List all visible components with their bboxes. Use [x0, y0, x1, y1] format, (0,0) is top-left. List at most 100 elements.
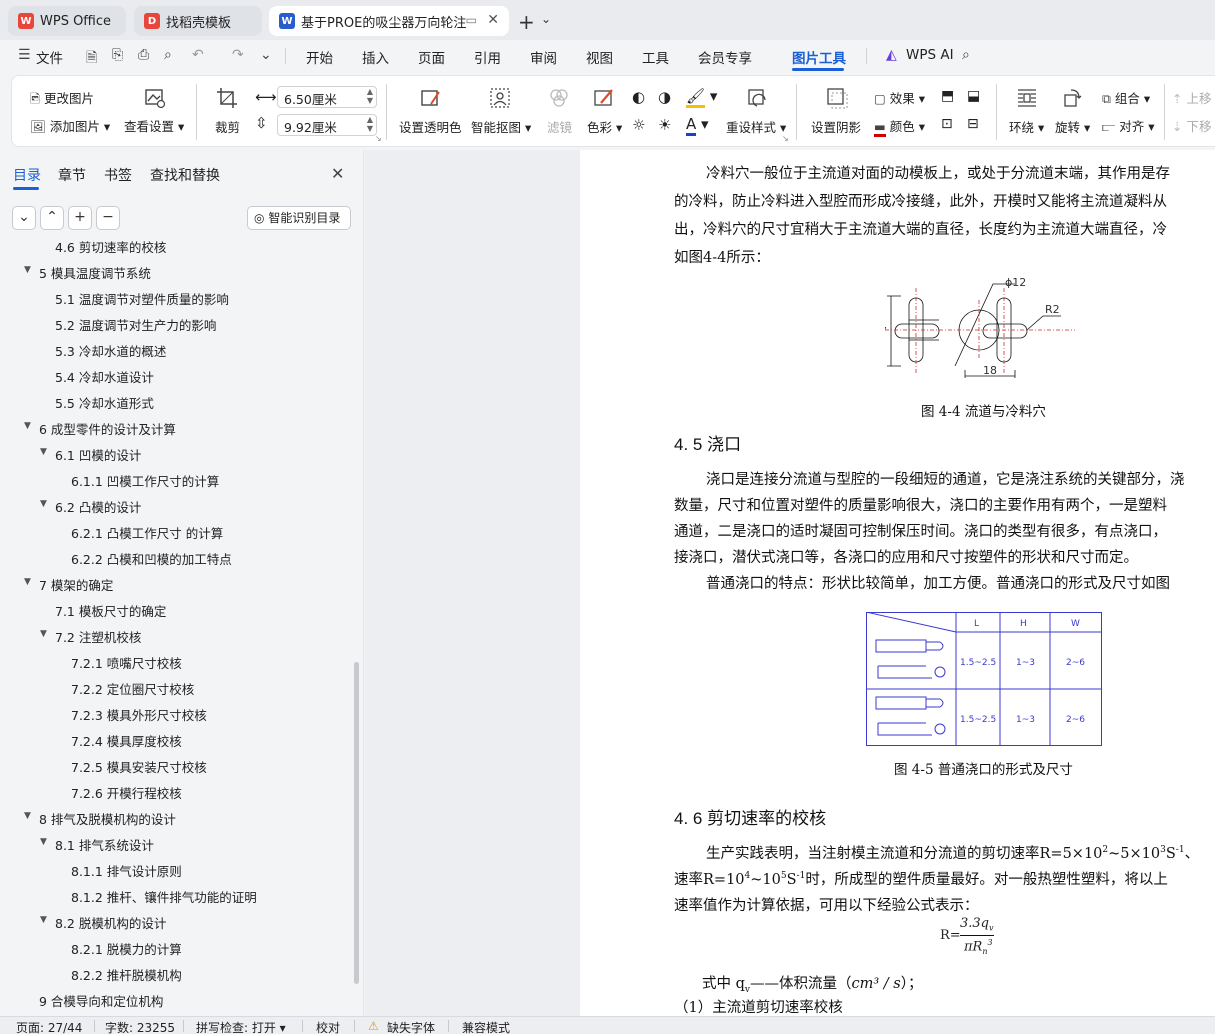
brightness-down-icon[interactable]: ◑ [658, 88, 671, 106]
caret-down-icon[interactable]: ▼ [24, 577, 31, 587]
tab-find-replace[interactable]: 查找和替换 [150, 165, 220, 185]
height-input[interactable]: 9.92厘米 ▲ ▼ [277, 114, 377, 136]
scrollbar[interactable] [354, 662, 359, 984]
chevron-down-icon[interactable]: ⌄ [260, 47, 272, 63]
toc-item[interactable]: ▼ 5 模具温度调节系统 [0, 262, 352, 282]
menu-member[interactable]: 会员专享 [698, 47, 752, 67]
chevron-down-icon[interactable]: ⌄ [541, 12, 551, 26]
spinner-arrows-icon[interactable]: ▲ ▼ [367, 115, 373, 133]
toc-item[interactable]: 7.2.4 模具厚度校核 [0, 730, 352, 750]
caret-down-icon[interactable]: ▼ [40, 629, 47, 639]
toc-item[interactable]: ▼ 7.2 注塑机校核 [0, 626, 352, 646]
reset-style-button[interactable]: 重设样式 ▾ [726, 117, 786, 136]
print-preview-icon[interactable]: ⌕ [164, 47, 172, 63]
toc-item[interactable]: 5.3 冷却水道的概述 [0, 340, 352, 360]
export-icon[interactable]: ⎘ [112, 47, 123, 63]
figure-4-5-drawing[interactable]: L H W 1.5~2.5 1~3 2~6 1.5~2.5 1~3 2~6 [866, 612, 1104, 748]
add-heading-button[interactable]: + [68, 206, 92, 230]
add-image-button[interactable]: 🖼 添加图片 ▾ [30, 116, 110, 135]
toc-item[interactable]: ▼ 6.2 凸模的设计 [0, 496, 352, 516]
menu-insert[interactable]: 插入 [362, 47, 389, 67]
toc-item[interactable]: 8.1.1 排气设计原则 [0, 860, 352, 880]
missing-font-button[interactable]: 缺失字体 [387, 1019, 435, 1034]
view-settings-button[interactable]: 查看设置 ▾ [124, 116, 184, 135]
tab-chapters[interactable]: 章节 [58, 165, 86, 185]
caret-down-icon[interactable]: ▼ [40, 837, 47, 847]
menu-review[interactable]: 审阅 [530, 47, 557, 67]
tab-toc[interactable]: 目录 [13, 165, 41, 185]
dialog-launcher-icon[interactable]: ↘ [782, 134, 789, 143]
contrast-down-icon[interactable]: ☀ [658, 116, 671, 134]
menu-file[interactable]: 文件 [36, 47, 63, 67]
caret-down-icon[interactable]: ▼ [40, 915, 47, 925]
toc-item[interactable]: 5.5 冷却水道形式 [0, 392, 352, 412]
group-button[interactable]: ⧉ 组合 ▾ [1102, 88, 1150, 107]
toc-item[interactable]: 7.2.3 模具外形尺寸校核 [0, 704, 352, 724]
toc-item[interactable]: 6.2.1 凸模工作尺寸 的计算 [0, 522, 352, 542]
tab-bookmarks[interactable]: 书签 [104, 165, 132, 185]
menu-home[interactable]: 开始 [306, 47, 333, 67]
rotate-button[interactable]: 旋转 ▾ [1055, 117, 1090, 136]
collapse-up-button[interactable]: ⌃ [40, 206, 64, 230]
toc-item[interactable]: 9 合模导向和定位机构 [0, 990, 352, 1010]
proofread-button[interactable]: 校对 [316, 1019, 340, 1034]
close-icon[interactable]: ✕ [487, 12, 499, 28]
menu-wps-ai[interactable]: WPS AI [906, 47, 954, 63]
toc-item[interactable]: 5.1 温度调节对塑件质量的影响 [0, 288, 352, 308]
toc-item[interactable]: 8.1.2 推杆、镶件排气功能的证明 [0, 886, 352, 906]
toc-item[interactable]: 8.2.1 脱模力的计算 [0, 938, 352, 958]
save-icon[interactable]: 🗎 [86, 47, 97, 71]
document-page[interactable]: 冷料穴一般位于主流道对面的动模板上，或处于分流道末端，其作用是存 的冷料，防止冷… [580, 150, 1215, 1016]
contrast-up-icon[interactable]: ☼ [632, 116, 645, 134]
menu-view[interactable]: 视图 [586, 47, 613, 67]
undo-icon[interactable]: ↶ [192, 47, 204, 63]
menu-tools[interactable]: 工具 [642, 47, 669, 67]
new-tab-icon[interactable]: + [518, 10, 535, 34]
menu-page[interactable]: 页面 [418, 47, 445, 67]
color-button[interactable]: 色彩 ▾ [587, 117, 622, 136]
toc-item[interactable]: 7.2.2 定位圈尺寸校核 [0, 678, 352, 698]
wrap-button[interactable]: 环绕 ▾ [1009, 117, 1044, 136]
change-image-button[interactable]: 🖻 更改图片 [30, 88, 94, 111]
toc-item[interactable]: 8.2.2 推杆脱模机构 [0, 964, 352, 984]
figure-4-4-drawing[interactable]: ϕ12 R2 17 18 [885, 274, 1085, 390]
toc-item[interactable]: 5.4 冷却水道设计 [0, 366, 352, 386]
toc-item[interactable]: ▼ 8.1 排气系统设计 [0, 834, 352, 854]
expand-down-button[interactable]: ⌄ [12, 206, 36, 230]
spell-check-toggle[interactable]: 拼写检查: 打开 ▾ [196, 1019, 286, 1034]
hamburger-icon[interactable]: ☰ [18, 47, 31, 63]
set-transparent-button[interactable]: 设置透明色 [399, 117, 462, 136]
caret-down-icon[interactable]: ▼ [40, 447, 47, 457]
toc-item[interactable]: 7.1 模板尺寸的确定 [0, 600, 352, 620]
toc-item[interactable]: 7.2.5 模具安装尺寸校核 [0, 756, 352, 776]
toc-item[interactable]: ▼ 7 模架的确定 [0, 574, 352, 594]
align-top-icon[interactable]: ⊡ [941, 116, 953, 132]
smart-cutout-button[interactable]: 智能抠图 ▾ [471, 117, 531, 136]
close-icon[interactable]: ✕ [331, 164, 344, 183]
tab-document[interactable]: W 基于PROE的吸尘器万向轮注塑 ▭ ✕ [269, 6, 509, 36]
monitor-icon[interactable]: ▭ [466, 13, 477, 27]
recolor-icon[interactable]: 🖌 ▾ [686, 87, 717, 108]
toc-item[interactable]: ▼ 8 排气及脱模机构的设计 [0, 808, 352, 828]
menu-reference[interactable]: 引用 [474, 47, 501, 67]
redo-icon[interactable]: ↷ [232, 47, 244, 63]
toc-item[interactable]: 6.1.1 凹模工作尺寸的计算 [0, 470, 352, 490]
toc-item[interactable]: ▼ 8.2 脱模机构的设计 [0, 912, 352, 932]
toc-item[interactable]: 5.2 温度调节对生产力的影响 [0, 314, 352, 334]
set-shadow-button[interactable]: 设置阴影 [811, 117, 861, 136]
spinner-arrows-icon[interactable]: ▲ ▼ [367, 87, 373, 105]
toc-item[interactable]: 6.2.2 凸模和凹模的加工特点 [0, 548, 352, 568]
dialog-launcher-icon[interactable]: ↘ [375, 134, 382, 143]
toc-item[interactable]: ▼ 6 成型零件的设计及计算 [0, 418, 352, 438]
tab-wps-office[interactable]: W WPS Office [8, 6, 126, 36]
align-button[interactable]: ⫍ 对齐 ▾ [1102, 116, 1155, 135]
toc-item[interactable]: ▼ 6.1 凹模的设计 [0, 444, 352, 464]
tab-docer[interactable]: D 找稻壳模板 [134, 6, 262, 36]
toc-item[interactable]: 7.2.1 喷嘴尺寸校核 [0, 652, 352, 672]
caret-down-icon[interactable]: ▼ [24, 265, 31, 275]
width-input[interactable]: 6.50厘米 ▲ ▼ [277, 86, 377, 108]
outline-color-icon[interactable]: A ▾ [686, 115, 709, 136]
search-icon[interactable]: ⌕ [962, 47, 970, 63]
crop-button[interactable]: 裁剪 [215, 117, 240, 136]
effect-button[interactable]: ▢ 效果 ▾ [874, 88, 925, 107]
